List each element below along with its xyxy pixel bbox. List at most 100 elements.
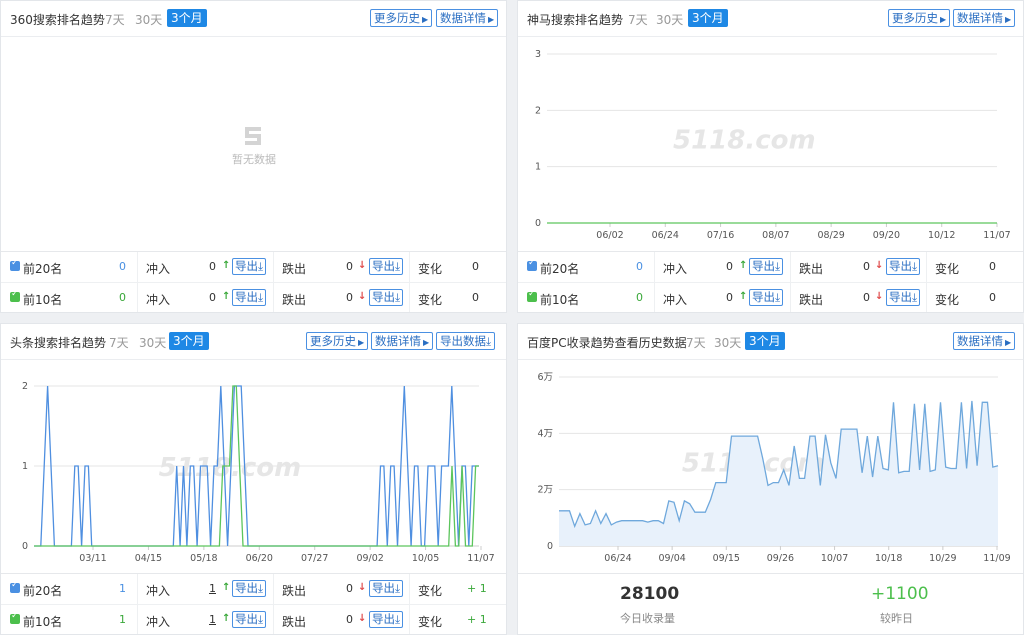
divider xyxy=(137,605,138,634)
divider xyxy=(137,283,138,312)
more-history-button[interactable]: 更多历史 ▶ xyxy=(370,9,433,27)
range-30d[interactable]: 30天 xyxy=(135,11,162,28)
checkbox-top20[interactable] xyxy=(10,580,20,593)
x-tick-label: 04/15 xyxy=(135,553,162,564)
divider xyxy=(273,252,274,282)
stats-row-top10: 前10名 1 冲入 1 ↑ 导出⤓ 跌出 0 ↓ 导出⤓ 变化 + 1 xyxy=(1,604,506,634)
in-value[interactable]: 1 xyxy=(209,582,216,595)
checkbox-top20[interactable] xyxy=(10,258,20,271)
download-icon: ⤓ xyxy=(912,259,918,273)
export-button[interactable]: 导出⤓ xyxy=(232,611,267,628)
y-tick-label: 2 xyxy=(22,381,28,392)
y-tick-label: 0 xyxy=(22,541,28,552)
in-label: 冲入 xyxy=(663,262,688,276)
divider xyxy=(654,283,655,312)
divider xyxy=(790,283,791,312)
rank-stats-table: 前20名 1 冲入 1 ↑ 导出⤓ 跌出 0 ↓ 导出⤓ 变化 + 1 前10名… xyxy=(1,573,506,634)
change-label: 变化 xyxy=(418,584,443,598)
up-arrow-icon: ↑ xyxy=(222,291,231,302)
divider xyxy=(137,252,138,282)
top10-value: 0 xyxy=(636,291,643,304)
data-detail-button[interactable]: 数据详情 ▶ xyxy=(436,9,499,27)
x-tick-label: 06/24 xyxy=(652,230,679,241)
x-tick-label: 09/15 xyxy=(713,553,740,564)
download-icon: ⤓ xyxy=(395,581,401,595)
change-value: 0 xyxy=(472,260,479,273)
export-label: 导出 xyxy=(889,290,912,304)
x-tick-label: 06/20 xyxy=(246,553,273,564)
change-value: 0 xyxy=(472,291,479,304)
divider xyxy=(654,252,655,282)
export-button[interactable]: 导出⤓ xyxy=(749,258,784,275)
rank-stats-table: 前20名 0 冲入 0 ↑ 导出⤓ 跌出 0 ↓ 导出⤓ 变化 0 前10名 0… xyxy=(1,251,506,312)
x-tick-label: 10/18 xyxy=(875,553,902,564)
x-tick-label: 09/04 xyxy=(658,553,685,564)
range-3m-active[interactable]: 3个月 xyxy=(167,9,207,27)
download-icon: ⤓ xyxy=(258,290,264,304)
in-value: 0 xyxy=(209,291,216,304)
panel-title: 360搜索排名趋势 xyxy=(10,13,105,27)
range-7d[interactable]: 7天 xyxy=(105,11,125,28)
change-label: 变化 xyxy=(935,262,960,276)
export-label: 导出 xyxy=(372,259,395,273)
download-icon: ⤓ xyxy=(395,612,401,626)
export-button[interactable]: 导出⤓ xyxy=(369,289,404,306)
out-label: 跌出 xyxy=(282,262,307,276)
export-button[interactable]: 导出⤓ xyxy=(749,289,784,306)
y-tick-label: 1 xyxy=(22,461,28,472)
download-icon: ⤓ xyxy=(912,290,918,304)
checkbox-top10[interactable] xyxy=(10,611,20,624)
top20-value: 0 xyxy=(119,260,126,273)
export-button[interactable]: 导出⤓ xyxy=(232,258,267,275)
shenma-rank-chart: 5118.com 0 1 2 3 06/02 06/24 07/16 08/07 08/29 09/… xyxy=(535,49,1011,241)
export-button[interactable]: 导出⤓ xyxy=(232,580,267,597)
export-button[interactable]: 导出⤓ xyxy=(232,289,267,306)
index-summary: 28100 今日收录量 +1100 较昨日 xyxy=(518,573,1023,634)
y-tick-label: 0 xyxy=(535,218,541,229)
export-button[interactable]: 导出⤓ xyxy=(886,289,921,306)
divider xyxy=(137,574,138,604)
out-value: 0 xyxy=(863,291,870,304)
export-label: 导出 xyxy=(752,259,775,273)
export-label: 导出 xyxy=(372,290,395,304)
change-value: 0 xyxy=(989,260,996,273)
panel-360-rank-trend: 360搜索排名趋势 7天 30天 3个月 更多历史▶ 数据详情▶ 暂无数据 前2… xyxy=(0,0,507,313)
out-value: 0 xyxy=(863,260,870,273)
export-label: 导出 xyxy=(235,581,258,595)
change-value: 0 xyxy=(989,291,996,304)
top20-label: 前20名 xyxy=(23,584,63,598)
download-icon: ⤓ xyxy=(258,259,264,273)
change-label: 变化 xyxy=(935,293,960,307)
up-arrow-icon: ↑ xyxy=(222,613,231,624)
top10-label: 前10名 xyxy=(23,293,63,307)
down-arrow-icon: ↓ xyxy=(358,613,367,624)
top10-label: 前10名 xyxy=(540,293,580,307)
checkbox-top10[interactable] xyxy=(527,289,537,302)
x-tick-label: 05/18 xyxy=(190,553,217,564)
export-button[interactable]: 导出⤓ xyxy=(886,258,921,275)
change-value: + 1 xyxy=(467,613,487,626)
x-tick-label: 08/29 xyxy=(817,230,844,241)
out-value: 0 xyxy=(346,291,353,304)
divider xyxy=(409,252,410,282)
in-value[interactable]: 1 xyxy=(209,613,216,626)
y-tick-label: 6万 xyxy=(537,372,553,383)
divider xyxy=(790,252,791,282)
x-tick-label: 10/07 xyxy=(821,553,848,564)
divider xyxy=(926,283,927,312)
divider xyxy=(409,574,410,604)
data-detail-label: 数据详情 xyxy=(440,11,486,25)
download-icon: ⤓ xyxy=(775,259,781,273)
export-button[interactable]: 导出⤓ xyxy=(369,611,404,628)
checkbox-top20[interactable] xyxy=(527,258,537,271)
export-button[interactable]: 导出⤓ xyxy=(369,258,404,275)
panel-baidu-pc-index-trend: 百度PC收录趋势查看历史数据 7天 30天 3个月 数据详情▶ 5118.com… xyxy=(517,323,1024,635)
checkbox-top10[interactable] xyxy=(10,289,20,302)
in-value: 0 xyxy=(726,291,733,304)
export-label: 导出 xyxy=(235,290,258,304)
in-label: 冲入 xyxy=(663,293,688,307)
top10-label: 前10名 xyxy=(23,615,63,629)
download-icon: ⤓ xyxy=(775,290,781,304)
out-label: 跌出 xyxy=(282,615,307,629)
export-button[interactable]: 导出⤓ xyxy=(369,580,404,597)
